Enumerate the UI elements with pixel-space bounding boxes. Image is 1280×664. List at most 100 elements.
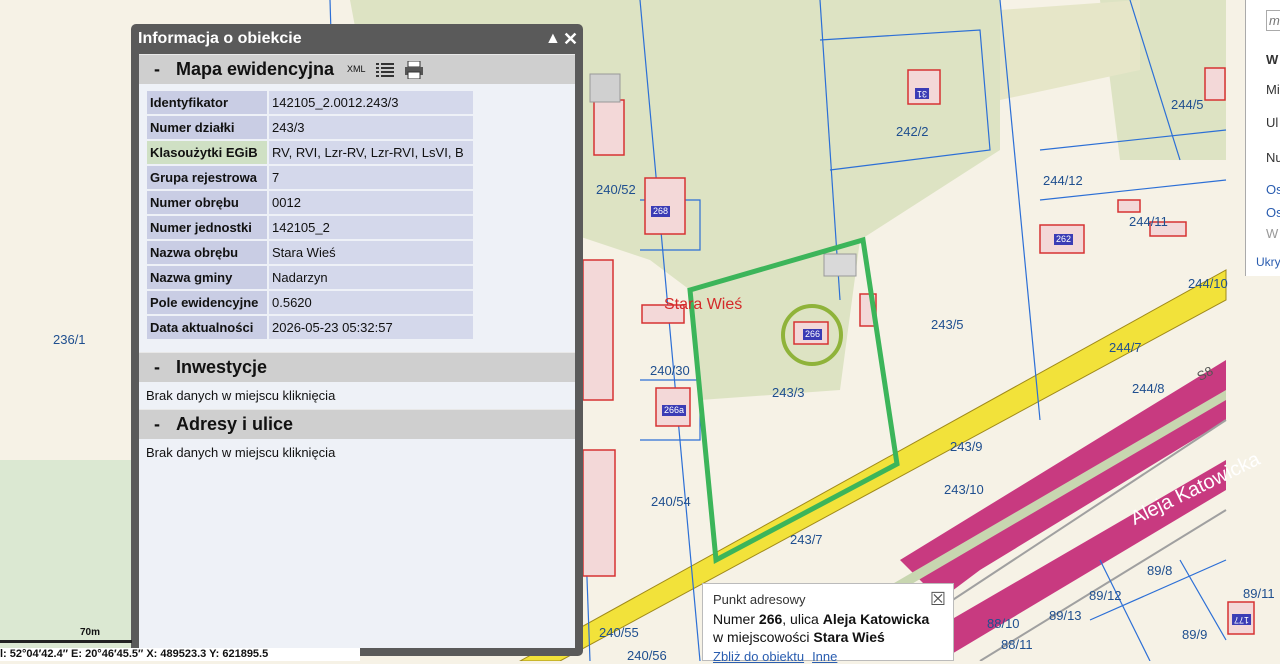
building-number: 177: [1232, 614, 1252, 625]
attr-key: Numer jednostki: [147, 216, 267, 239]
section-title: Adresy i ulice: [176, 414, 294, 434]
table-row: Nazwa obrębu Stara Wieś: [147, 241, 473, 264]
parcel-label: 240/30: [650, 363, 690, 378]
parcel-label: 89/11: [1243, 586, 1275, 601]
invest-message: Brak danych w miejscu kliknięcia: [146, 388, 336, 403]
popup-text: Numer: [713, 611, 759, 627]
parcel-label: 240/55: [599, 625, 639, 640]
table-row: Grupa rejestrowa 7: [147, 166, 473, 189]
parcel-label: 89/12: [1089, 588, 1122, 603]
attr-key: Klasoużytki EGiB: [147, 141, 267, 164]
address-number: 266: [758, 611, 783, 627]
side-panel-link[interactable]: Os: [1266, 205, 1280, 220]
parcel-label: 89/9: [1182, 627, 1208, 642]
parcel-label: 89/8: [1147, 563, 1173, 578]
search-input[interactable]: m: [1266, 10, 1280, 31]
street-name: Aleja Katowicka: [822, 611, 930, 627]
popup-line: Numer 266, ulica Aleja Katowicka: [713, 610, 943, 628]
side-panel: m W Mi Ul Nu Os Os W Ukry: [1245, 0, 1280, 276]
parcel-label: 88/11: [1001, 637, 1033, 652]
coordinate-readout: l: 52°04′42.4″ E: 20°46′45.5″ X: 489523.…: [0, 648, 360, 661]
parcel-label: 244/12: [1043, 173, 1083, 188]
panel-titlebar[interactable]: Informacja o obiekcie ▲ ✕: [131, 24, 583, 54]
close-icon[interactable]: ☒: [930, 589, 946, 610]
attr-key: Numer działki: [147, 116, 267, 139]
attr-value: Nadarzyn: [269, 266, 473, 289]
attr-value: 142105_2: [269, 216, 473, 239]
attr-value: 0012: [269, 191, 473, 214]
attr-key: Identyfikator: [147, 91, 267, 114]
attr-value: 243/3: [269, 116, 473, 139]
side-panel-link[interactable]: Os: [1266, 182, 1280, 197]
hide-button[interactable]: Ukry: [1256, 255, 1280, 269]
parcel-label: 88/10: [987, 616, 1020, 631]
attr-key: Pole ewidencyjne: [147, 291, 267, 314]
parcel-label: 243/3: [772, 385, 805, 400]
table-row: Klasoużytki EGiB RV, RVI, Lzr-RV, Lzr-RVI…: [147, 141, 473, 164]
table-row: Nazwa gminy Nadarzyn: [147, 266, 473, 289]
object-info-panel[interactable]: Informacja o obiekcie ▲ ✕ - Mapa ewidency…: [131, 24, 583, 656]
attr-value: 142105_2.0012.243/3: [269, 91, 473, 114]
side-panel-text: Ul: [1266, 115, 1279, 130]
section-title: Mapa ewidencyjna: [176, 59, 335, 79]
side-panel-text: W: [1266, 52, 1279, 67]
attr-value: 7: [269, 166, 473, 189]
attr-key: Data aktualności: [147, 316, 267, 339]
parcel-label: 240/52: [596, 182, 636, 197]
list-icon[interactable]: [375, 62, 394, 78]
panel-title: Informacja o obiekcie: [138, 30, 302, 47]
section-title: Inwestycje: [176, 357, 268, 377]
parcel-label: 243/10: [944, 482, 984, 497]
parcel-label: 244/11: [1129, 214, 1168, 229]
parcel-label: 243/5: [931, 317, 964, 332]
other-link[interactable]: Inne: [812, 649, 837, 664]
attr-value: 0.5620: [269, 291, 473, 314]
section-header-invest[interactable]: - Inwestycje: [139, 352, 575, 382]
building-number: 262: [1054, 234, 1074, 245]
popup-text: w miejscowości: [713, 629, 814, 645]
scale-label: 70m: [80, 627, 101, 638]
popup-text: , ulica: [782, 611, 823, 627]
attribute-table: Identyfikator 142105_2.0012.243/3 Numer d…: [145, 89, 475, 341]
parcel-label: 244/8: [1132, 381, 1165, 396]
side-panel-text: W: [1266, 226, 1279, 241]
table-row: Numer działki 243/3: [147, 116, 473, 139]
xml-icon[interactable]: XML: [347, 55, 366, 84]
attr-value: Stara Wieś: [269, 241, 473, 264]
popup-title: Punkt adresowy: [713, 592, 806, 607]
parcel-label: 243/9: [950, 439, 983, 454]
table-row: Identyfikator 142105_2.0012.243/3: [147, 91, 473, 114]
zoom-to-object-link[interactable]: Zbliż do obiektu: [713, 649, 804, 664]
section-header-map[interactable]: - Mapa ewidencyjna XML: [139, 54, 575, 84]
close-icon[interactable]: ✕: [563, 24, 578, 54]
panel-body: - Mapa ewidencyjna XML Identyfikator 14210…: [139, 54, 575, 648]
building-number: 268: [651, 206, 671, 217]
parcel-label: 242/2: [896, 124, 929, 139]
parcel-label: 240/54: [651, 494, 691, 509]
print-icon[interactable]: [404, 60, 424, 79]
table-row: Pole ewidencyjne 0.5620: [147, 291, 473, 314]
building-number: 266: [803, 329, 823, 340]
parcel-label: 236/1: [53, 332, 86, 347]
popup-line: w miejscowości Stara Wieś: [713, 628, 943, 646]
scale-bar: [0, 640, 132, 643]
parcel-label: 243/7: [790, 532, 823, 547]
building-number: 31: [915, 88, 930, 99]
table-row: Data aktualności 2026-05-23 05:32:57: [147, 316, 473, 339]
side-panel-text: Nu: [1266, 150, 1280, 165]
table-row: Numer obrębu 0012: [147, 191, 473, 214]
addresses-message: Brak danych w miejscu kliknięcia: [146, 445, 336, 460]
parcel-label: 244/5: [1171, 97, 1204, 112]
address-popup: ☒ Punkt adresowy Numer 266, ulica Aleja …: [702, 583, 954, 664]
table-row: Numer jednostki 142105_2: [147, 216, 473, 239]
section-header-addresses[interactable]: - Adresy i ulice: [139, 409, 575, 439]
town-label: Stara Wieś: [664, 296, 743, 313]
popup-links: Zbliż do obiektu Inne: [713, 649, 943, 664]
collapse-icon[interactable]: ▲: [545, 24, 561, 54]
parcel-label: 244/10: [1188, 276, 1228, 291]
parcel-label: 89/13: [1049, 608, 1082, 623]
attr-key: Nazwa gminy: [147, 266, 267, 289]
town-name: Stara Wieś: [813, 629, 885, 645]
parcel-label: 244/7: [1109, 340, 1142, 355]
attr-key: Numer obrębu: [147, 191, 267, 214]
